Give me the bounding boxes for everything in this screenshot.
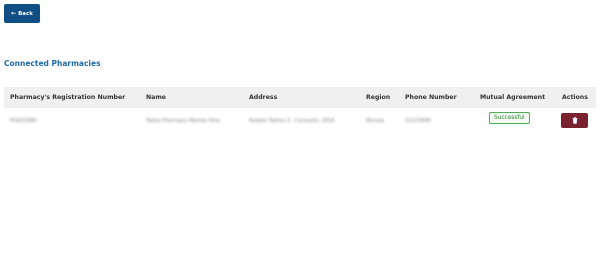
header-phone-number: Phone Number bbox=[405, 94, 457, 101]
cell-phone-number: 22123999 bbox=[405, 118, 431, 124]
trash-icon bbox=[572, 117, 577, 124]
section-title: Connected Pharmacies bbox=[4, 59, 101, 68]
table-header: Pharmacy's Registration Number Name Addr… bbox=[4, 87, 596, 108]
delete-button[interactable] bbox=[561, 113, 588, 128]
header-mutual-agreement: Mutual Agreement bbox=[480, 94, 546, 101]
header-name: Name bbox=[146, 94, 166, 101]
header-actions: Actions bbox=[562, 94, 588, 101]
cell-address: Kolljets Todrao 3 , Consuells, 2016 bbox=[249, 118, 335, 124]
arrow-left-icon: ← bbox=[11, 9, 17, 17]
pharmacies-table: Pharmacy's Registration Number Name Addr… bbox=[4, 87, 596, 134]
header-region: Region bbox=[366, 94, 391, 101]
header-address: Address bbox=[249, 94, 278, 101]
back-button-label: Back bbox=[18, 10, 33, 17]
cell-name: Todorj Pharmacy Mamas Dina bbox=[146, 118, 220, 124]
status-badge: Successful bbox=[489, 112, 530, 124]
back-button[interactable]: ← Back bbox=[4, 4, 40, 23]
cell-region: Nicosia bbox=[366, 118, 384, 124]
cell-registration-number: PHA01089 bbox=[10, 118, 37, 124]
table-row: PHA01089 Todorj Pharmacy Mamas Dina Koll… bbox=[4, 108, 596, 134]
header-registration-number: Pharmacy's Registration Number bbox=[10, 94, 126, 101]
